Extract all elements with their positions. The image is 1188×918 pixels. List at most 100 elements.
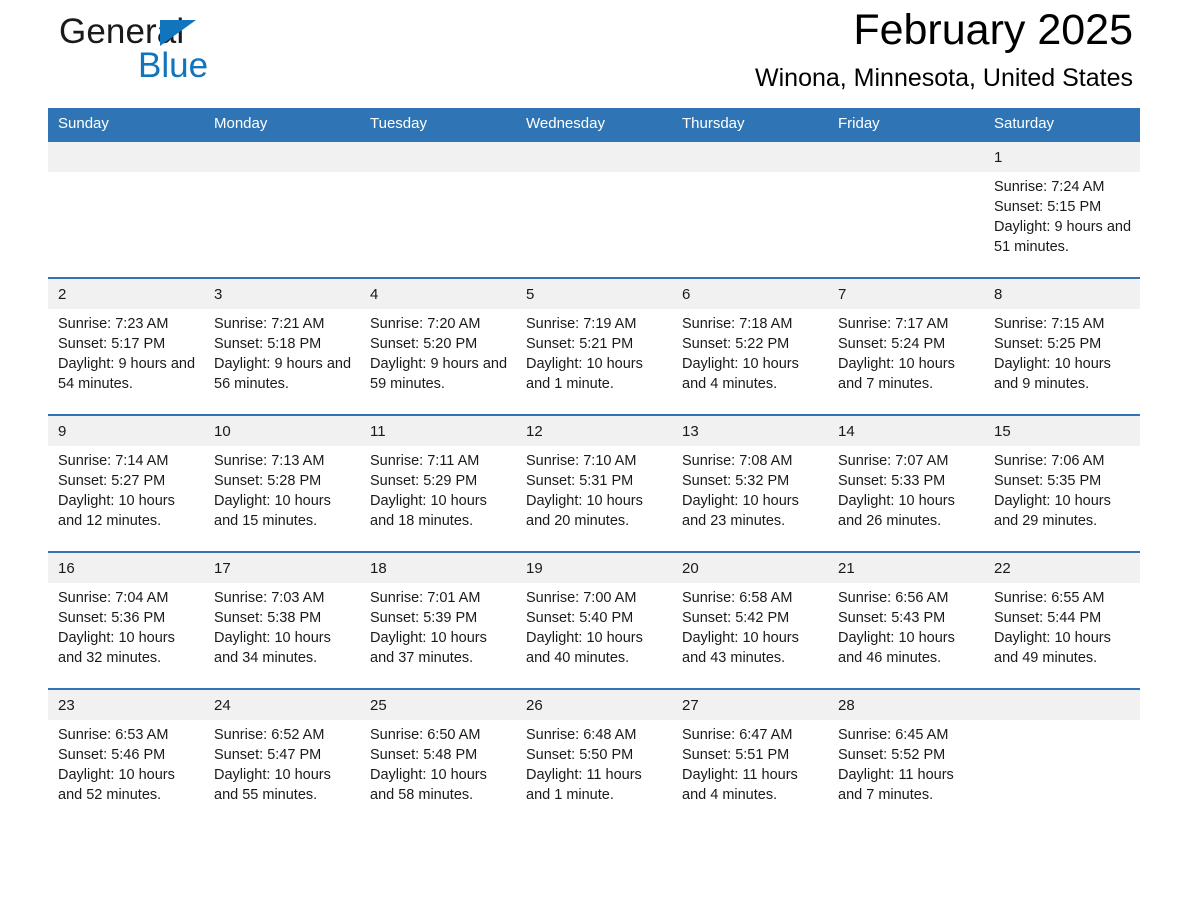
- calendar-week-row: 23 Sunrise: 6:53 AM Sunset: 5:46 PM Dayligh…: [48, 688, 1140, 812]
- weekday-header-wednesday: Wednesday: [516, 108, 672, 141]
- sunset-time: Sunset: 5:46 PM: [58, 747, 166, 763]
- calendar-day-cell-empty: [48, 140, 204, 264]
- calendar-day-cell[interactable]: 28 Sunrise: 6:45 AM Sunset: 5:52 PM Dayligh…: [828, 688, 984, 812]
- daylight-duration: Daylight: 10 hours and 1 minute.: [526, 356, 643, 392]
- daylight-duration: Daylight: 10 hours and 40 minutes.: [526, 630, 643, 666]
- day-number: [360, 142, 516, 172]
- calendar-day-cell[interactable]: 10 Sunrise: 7:13 AM Sunset: 5:28 PM Dayligh…: [204, 414, 360, 538]
- calendar-day-cell-empty: [516, 140, 672, 264]
- day-number: 11: [360, 416, 516, 446]
- calendar-day-cell[interactable]: 1 Sunrise: 7:24 AM Sunset: 5:15 PM Daylight…: [984, 140, 1140, 264]
- calendar-day-cell[interactable]: 16 Sunrise: 7:04 AM Sunset: 5:36 PM Dayligh…: [48, 551, 204, 675]
- calendar-day-cell[interactable]: 25 Sunrise: 6:50 AM Sunset: 5:48 PM Dayligh…: [360, 688, 516, 812]
- calendar-day-cell[interactable]: 20 Sunrise: 6:58 AM Sunset: 5:42 PM Dayligh…: [672, 551, 828, 675]
- calendar-day-cell[interactable]: 11 Sunrise: 7:11 AM Sunset: 5:29 PM Dayligh…: [360, 414, 516, 538]
- sunset-time: Sunset: 5:40 PM: [526, 610, 634, 626]
- day-sun-info: Sunrise: 7:14 AM Sunset: 5:27 PM Daylight:…: [48, 446, 204, 531]
- calendar-day-cell[interactable]: 27 Sunrise: 6:47 AM Sunset: 5:51 PM Dayligh…: [672, 688, 828, 812]
- page-subtitle-location: Winona, Minnesota, United States: [755, 64, 1133, 92]
- sunset-time: Sunset: 5:39 PM: [370, 610, 478, 626]
- day-sun-info: Sunrise: 7:24 AM Sunset: 5:15 PM Daylight:…: [984, 172, 1140, 257]
- calendar-day-cell[interactable]: 13 Sunrise: 7:08 AM Sunset: 5:32 PM Dayligh…: [672, 414, 828, 538]
- sunrise-time: Sunrise: 7:10 AM: [526, 453, 637, 469]
- day-number: 23: [48, 690, 204, 720]
- calendar-day-cell[interactable]: 26 Sunrise: 6:48 AM Sunset: 5:50 PM Dayligh…: [516, 688, 672, 812]
- calendar-day-cell[interactable]: 14 Sunrise: 7:07 AM Sunset: 5:33 PM Dayligh…: [828, 414, 984, 538]
- logo-text-blue: Blue: [138, 46, 209, 85]
- sunset-time: Sunset: 5:29 PM: [370, 473, 478, 489]
- sunset-time: Sunset: 5:32 PM: [682, 473, 790, 489]
- sunset-time: Sunset: 5:42 PM: [682, 610, 790, 626]
- calendar-day-cell[interactable]: 15 Sunrise: 7:06 AM Sunset: 5:35 PM Dayligh…: [984, 414, 1140, 538]
- daylight-duration: Daylight: 10 hours and 15 minutes.: [214, 493, 331, 529]
- calendar-week-row: 16 Sunrise: 7:04 AM Sunset: 5:36 PM Dayligh…: [48, 551, 1140, 675]
- day-sun-info: Sunrise: 7:19 AM Sunset: 5:21 PM Daylight:…: [516, 309, 672, 394]
- daylight-duration: Daylight: 11 hours and 1 minute.: [526, 767, 642, 803]
- day-sun-info: Sunrise: 7:23 AM Sunset: 5:17 PM Daylight:…: [48, 309, 204, 394]
- general-blue-logo[interactable]: General Blue: [59, 8, 329, 94]
- calendar-day-cell[interactable]: 3 Sunrise: 7:21 AM Sunset: 5:18 PM Daylight…: [204, 277, 360, 401]
- day-number: 17: [204, 553, 360, 583]
- sunset-time: Sunset: 5:27 PM: [58, 473, 166, 489]
- calendar-day-cell[interactable]: 4 Sunrise: 7:20 AM Sunset: 5:20 PM Daylight…: [360, 277, 516, 401]
- day-number: [984, 690, 1140, 720]
- day-number: [204, 142, 360, 172]
- calendar-day-cell[interactable]: 22 Sunrise: 6:55 AM Sunset: 5:44 PM Dayligh…: [984, 551, 1140, 675]
- sunset-time: Sunset: 5:31 PM: [526, 473, 634, 489]
- weekday-header-thursday: Thursday: [672, 108, 828, 141]
- week-separator-cell: [48, 401, 1140, 415]
- day-number: [48, 142, 204, 172]
- day-number: 4: [360, 279, 516, 309]
- calendar-day-cell[interactable]: 7 Sunrise: 7:17 AM Sunset: 5:24 PM Daylight…: [828, 277, 984, 401]
- sunrise-time: Sunrise: 7:03 AM: [214, 590, 325, 606]
- sunrise-time: Sunrise: 6:48 AM: [526, 727, 637, 743]
- day-sun-info: Sunrise: 7:15 AM Sunset: 5:25 PM Daylight:…: [984, 309, 1140, 394]
- calendar-day-cell[interactable]: 8 Sunrise: 7:15 AM Sunset: 5:25 PM Daylight…: [984, 277, 1140, 401]
- calendar-weekday-header-row: Sunday Monday Tuesday Wednesday Thursday…: [48, 108, 1140, 141]
- day-number: [672, 142, 828, 172]
- day-sun-info: Sunrise: 6:47 AM Sunset: 5:51 PM Daylight:…: [672, 720, 828, 805]
- calendar-day-cell[interactable]: 9 Sunrise: 7:14 AM Sunset: 5:27 PM Daylight…: [48, 414, 204, 538]
- calendar-day-cell[interactable]: 19 Sunrise: 7:00 AM Sunset: 5:40 PM Dayligh…: [516, 551, 672, 675]
- day-number: 1: [984, 142, 1140, 172]
- day-number: 21: [828, 553, 984, 583]
- week-separator-cell: [48, 675, 1140, 689]
- blue-triangle-icon: [160, 20, 196, 46]
- sunset-time: Sunset: 5:51 PM: [682, 747, 790, 763]
- daylight-duration: Daylight: 10 hours and 37 minutes.: [370, 630, 487, 666]
- calendar-day-cell[interactable]: 21 Sunrise: 6:56 AM Sunset: 5:43 PM Dayligh…: [828, 551, 984, 675]
- sunset-time: Sunset: 5:21 PM: [526, 336, 634, 352]
- calendar-day-cell[interactable]: 18 Sunrise: 7:01 AM Sunset: 5:39 PM Dayligh…: [360, 551, 516, 675]
- calendar-day-cell[interactable]: 5 Sunrise: 7:19 AM Sunset: 5:21 PM Daylight…: [516, 277, 672, 401]
- sunrise-time: Sunrise: 7:20 AM: [370, 316, 481, 332]
- daylight-duration: Daylight: 9 hours and 51 minutes.: [994, 219, 1132, 255]
- daylight-duration: Daylight: 10 hours and 43 minutes.: [682, 630, 799, 666]
- day-sun-info: Sunrise: 6:52 AM Sunset: 5:47 PM Daylight:…: [204, 720, 360, 805]
- sunset-time: Sunset: 5:22 PM: [682, 336, 790, 352]
- sunset-time: Sunset: 5:43 PM: [838, 610, 946, 626]
- calendar-day-cell[interactable]: 2 Sunrise: 7:23 AM Sunset: 5:17 PM Daylight…: [48, 277, 204, 401]
- calendar-day-cell[interactable]: 12 Sunrise: 7:10 AM Sunset: 5:31 PM Dayligh…: [516, 414, 672, 538]
- calendar-day-cell[interactable]: 6 Sunrise: 7:18 AM Sunset: 5:22 PM Daylight…: [672, 277, 828, 401]
- day-number: 16: [48, 553, 204, 583]
- sunset-time: Sunset: 5:35 PM: [994, 473, 1102, 489]
- sunrise-time: Sunrise: 7:13 AM: [214, 453, 325, 469]
- sunset-time: Sunset: 5:47 PM: [214, 747, 322, 763]
- daylight-duration: Daylight: 9 hours and 54 minutes.: [58, 356, 196, 392]
- calendar-day-cell[interactable]: 17 Sunrise: 7:03 AM Sunset: 5:38 PM Dayligh…: [204, 551, 360, 675]
- day-number: 18: [360, 553, 516, 583]
- day-sun-info: Sunrise: 7:11 AM Sunset: 5:29 PM Daylight:…: [360, 446, 516, 531]
- day-number: 26: [516, 690, 672, 720]
- sunrise-time: Sunrise: 6:56 AM: [838, 590, 949, 606]
- day-sun-info: Sunrise: 7:20 AM Sunset: 5:20 PM Daylight:…: [360, 309, 516, 394]
- sunrise-time: Sunrise: 6:55 AM: [994, 590, 1105, 606]
- calendar-day-cell[interactable]: 23 Sunrise: 6:53 AM Sunset: 5:46 PM Dayligh…: [48, 688, 204, 812]
- calendar-day-cell[interactable]: 24 Sunrise: 6:52 AM Sunset: 5:47 PM Dayligh…: [204, 688, 360, 812]
- week-separator: [48, 401, 1140, 415]
- sunset-time: Sunset: 5:52 PM: [838, 747, 946, 763]
- day-number: 8: [984, 279, 1140, 309]
- sunrise-time: Sunrise: 6:53 AM: [58, 727, 169, 743]
- day-sun-info: Sunrise: 7:13 AM Sunset: 5:28 PM Daylight:…: [204, 446, 360, 531]
- page-header: General Blue February 2025 Winona, Minne…: [48, 0, 1140, 108]
- day-number: 7: [828, 279, 984, 309]
